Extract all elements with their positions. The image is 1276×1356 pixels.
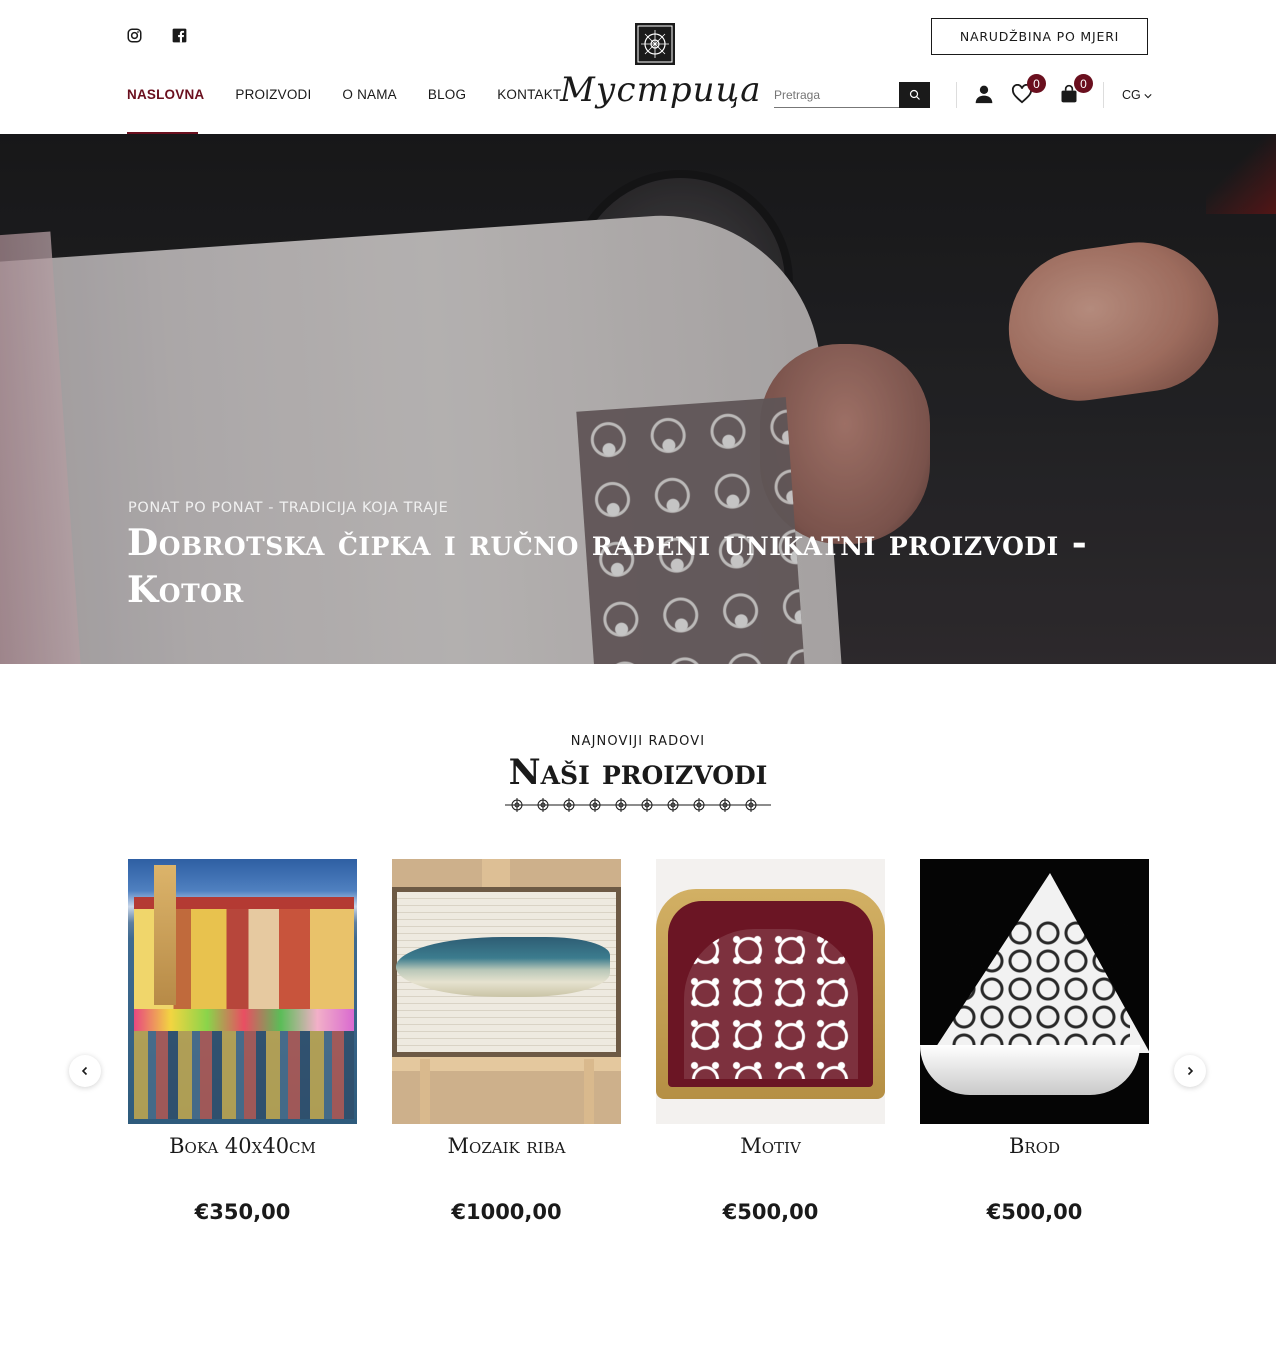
nav-item-blog[interactable]: BLOG [428, 87, 466, 102]
chevron-right-icon [1187, 1066, 1194, 1076]
product-card[interactable]: Boka 40x40cm €350,00 [128, 859, 357, 1224]
easel-detail [412, 1059, 602, 1124]
search-bar [774, 82, 930, 108]
boat-hull-detail [920, 1045, 1140, 1095]
product-name[interactable]: Mozaik riba [392, 1134, 621, 1158]
nav-item-about[interactable]: O NAMA [342, 87, 396, 102]
product-image[interactable] [392, 859, 621, 1124]
search-input[interactable] [774, 82, 899, 108]
facebook-icon[interactable] [172, 28, 187, 43]
lace-detail [684, 929, 858, 1079]
product-price: €500,00 [986, 1200, 1083, 1224]
hero-banner: PONAT PO PONAT - TRADICIJA KOJA TRAJE Do… [0, 134, 1276, 664]
product-card[interactable]: Brod €500,00 [920, 859, 1149, 1224]
carousel-prev-button[interactable] [69, 1055, 101, 1087]
product-name[interactable]: Boka 40x40cm [128, 1134, 357, 1158]
site-header: NARUDŽBINA PO MJERI NASLOVNA PROIZVODI O… [0, 0, 1276, 134]
painting-detail [134, 1009, 354, 1031]
mosaic-detail [396, 937, 610, 997]
product-name[interactable]: Motiv [656, 1134, 885, 1158]
product-name[interactable]: Brod [920, 1134, 1149, 1158]
carousel-next-button[interactable] [1174, 1055, 1206, 1087]
chevron-left-icon [81, 1066, 88, 1076]
nav-item-contact[interactable]: KONTAKT [497, 87, 561, 102]
header-divider [1103, 82, 1104, 108]
lace-sail-detail [950, 919, 1130, 1049]
wishlist-button[interactable]: 0 [1010, 74, 1046, 106]
instagram-icon[interactable] [127, 28, 142, 43]
hero-subtitle: PONAT PO PONAT - TRADICIJA KOJA TRAJE [128, 500, 449, 516]
chevron-down-icon [1144, 93, 1152, 99]
custom-order-button[interactable]: NARUDŽBINA PO MJERI [931, 18, 1148, 55]
product-image[interactable] [128, 859, 357, 1124]
product-card[interactable]: Motiv €500,00 [656, 859, 885, 1224]
nav-item-home[interactable]: NASLOVNA [127, 87, 204, 102]
lace-ornament-divider [505, 797, 771, 813]
wishlist-count-badge: 0 [1027, 74, 1046, 93]
account-button[interactable] [972, 82, 996, 106]
product-price: €350,00 [194, 1200, 291, 1224]
section-title: Naši proizvodi [508, 752, 768, 793]
product-price: €500,00 [722, 1200, 819, 1224]
painting-detail [134, 1031, 354, 1119]
main-nav: NASLOVNA PROIZVODI O NAMA BLOG KONTAKT [127, 87, 561, 102]
language-selector[interactable]: CG [1122, 88, 1152, 102]
section-kicker: NAJNOVIJI RADOVI [570, 734, 706, 749]
cart-count-badge: 0 [1074, 74, 1093, 93]
lace-emblem-icon [635, 23, 675, 65]
search-button[interactable] [899, 82, 930, 108]
user-icon [975, 85, 993, 104]
product-image[interactable] [920, 859, 1149, 1124]
cart-button[interactable]: 0 [1057, 74, 1093, 106]
product-card[interactable]: Mozaik riba €1000,00 [392, 859, 621, 1224]
product-image[interactable] [656, 859, 885, 1124]
nav-item-products[interactable]: PROIZVODI [235, 87, 311, 102]
product-price: €1000,00 [451, 1200, 562, 1224]
logo-wordmark: Мустрица [560, 70, 762, 110]
site-logo[interactable]: Мустрица [560, 18, 762, 118]
painting-detail [154, 865, 176, 1005]
header-divider [956, 82, 957, 108]
language-label: CG [1122, 88, 1141, 102]
search-icon [909, 89, 920, 100]
hero-title: Dobrotska čipka i ručno rađeni unikatni … [127, 522, 1088, 611]
social-links [127, 28, 187, 43]
